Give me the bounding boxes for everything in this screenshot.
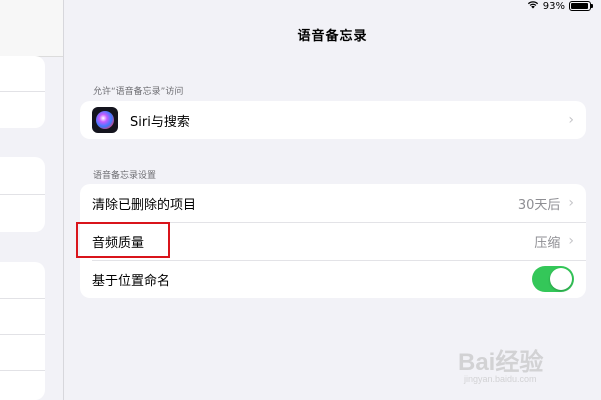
pane-divider <box>63 0 64 400</box>
audio-quality-value: 压缩 <box>534 235 561 251</box>
clear-deleted-label: 清除已删除的项目 <box>92 197 197 213</box>
chevron-right-icon: › <box>568 195 574 211</box>
siri-search-row[interactable]: Siri与搜索 › <box>80 101 586 139</box>
chevron-right-icon: › <box>568 233 574 249</box>
watermark-sub: jingyan.baidu.com <box>464 374 537 384</box>
watermark-logo: Bai经验 jingyan.baidu.com <box>458 342 588 390</box>
status-bar: 93% <box>527 0 593 12</box>
chevron-right-icon: › <box>568 112 574 128</box>
sidebar-group-1[interactable] <box>0 56 45 128</box>
clear-deleted-row[interactable]: 清除已删除的项目 30天后 › <box>80 184 586 222</box>
toggle-knob <box>550 268 572 290</box>
access-group: Siri与搜索 › <box>80 101 586 139</box>
siri-search-label: Siri与搜索 <box>130 114 190 130</box>
location-naming-row: 基于位置命名 <box>80 260 586 298</box>
sidebar-header <box>0 0 63 57</box>
siri-icon <box>92 107 118 133</box>
location-naming-toggle[interactable] <box>532 266 574 292</box>
sidebar <box>0 0 63 400</box>
sidebar-group-2[interactable] <box>0 157 45 232</box>
battery-icon <box>569 1 593 11</box>
siri-orb <box>96 111 114 129</box>
section-header-settings: 语音备忘录设置 <box>93 171 157 181</box>
highlight-annotation <box>76 222 170 258</box>
battery-percent: 93% <box>542 0 565 12</box>
location-naming-label: 基于位置命名 <box>92 273 171 289</box>
clear-deleted-value: 30天后 <box>517 197 561 213</box>
wifi-icon <box>527 0 539 12</box>
page-title: 语音备忘录 <box>297 29 368 44</box>
watermark-main: Bai经验 <box>458 349 544 376</box>
battery-fill <box>571 3 588 9</box>
sidebar-group-3[interactable] <box>0 262 45 400</box>
section-header-access: 允许“语音备忘录”访问 <box>93 87 184 97</box>
